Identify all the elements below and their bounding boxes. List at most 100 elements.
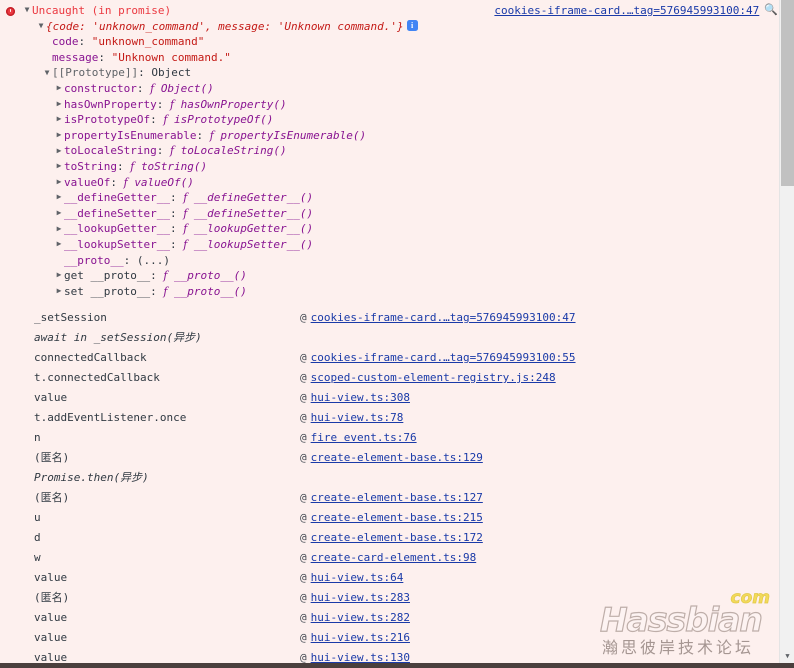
stack-frame-row[interactable]: t.connectedCallback @ scoped-custom-eleme…: [0, 368, 779, 388]
stack-frame-location: @ create-element-base.ts:127: [300, 488, 483, 508]
stack-frame-row[interactable]: (匿名) @ create-element-base.ts:129: [0, 448, 779, 468]
scroll-down-arrow-icon[interactable]: ▼: [780, 651, 794, 661]
stack-frame-row[interactable]: value @ hui-view.ts:64: [0, 568, 779, 588]
member-name: hasOwnProperty: [64, 97, 157, 111]
vertical-scrollbar-thumb[interactable]: [781, 0, 794, 186]
member-name: set __proto__: [64, 284, 151, 298]
prototype-member-row[interactable]: valueOf: f valueOf(): [0, 175, 779, 191]
prototype-member-row[interactable]: __lookupSetter__: f __lookupSetter__(): [0, 237, 779, 253]
prototype-member-row[interactable]: set __proto__: f __proto__(): [0, 284, 779, 300]
stack-frame-row[interactable]: n @ fire event.ts:76: [0, 428, 779, 448]
object-property-code[interactable]: code: "unknown_command": [0, 34, 779, 50]
stack-frame-link[interactable]: create-card-element.ts:98: [311, 551, 477, 564]
member-expand-toggle-icon[interactable]: [54, 143, 64, 159]
stack-frame-row[interactable]: value @ hui-view.ts:308: [0, 388, 779, 408]
info-icon[interactable]: i: [406, 20, 418, 32]
prototype-member-row[interactable]: toLocaleString: f toLocaleString(): [0, 143, 779, 159]
stack-frame-link[interactable]: fire event.ts:76: [311, 431, 417, 444]
member-name: get __proto__: [64, 269, 151, 283]
stack-frame-location: @ hui-view.ts:216: [300, 628, 410, 648]
error-expand-toggle-icon[interactable]: [22, 2, 32, 18]
object-expand-toggle-icon[interactable]: [36, 18, 46, 34]
stack-frame-function: Promise.then(异步): [34, 471, 149, 484]
member-expand-toggle-icon[interactable]: [54, 96, 64, 112]
member-expand-toggle-icon[interactable]: [54, 111, 64, 127]
stack-frame-location: @ create-element-base.ts:215: [300, 508, 483, 528]
member-expand-toggle-icon[interactable]: [54, 221, 64, 237]
prototype-member-row[interactable]: __defineSetter__: f __defineSetter__(): [0, 206, 779, 222]
member-value: __defineSetter__(): [193, 206, 314, 220]
stack-frame-row[interactable]: w @ create-card-element.ts:98: [0, 548, 779, 568]
prototype-member-row[interactable]: get __proto__: f __proto__(): [0, 268, 779, 284]
stack-frame-row[interactable]: (匿名) @ create-element-base.ts:127: [0, 488, 779, 508]
stack-frame-link[interactable]: hui-view.ts:216: [311, 631, 410, 644]
member-expand-toggle-icon[interactable]: [54, 205, 64, 221]
stack-frame-link[interactable]: hui-view.ts:283: [311, 591, 410, 604]
stack-frame-link[interactable]: hui-view.ts:64: [311, 571, 404, 584]
magnifier-icon[interactable]: 🔍: [764, 2, 778, 18]
stack-frame-link[interactable]: cookies-iframe-card.…tag=576945993100:55: [311, 351, 576, 364]
member-expand-toggle-icon[interactable]: [54, 189, 64, 205]
member-expand-toggle-icon[interactable]: [54, 236, 64, 252]
member-value: Object(): [160, 81, 214, 95]
prototype-member-row[interactable]: constructor: f Object(): [0, 81, 779, 97]
property-value: "Unknown command.": [111, 50, 231, 64]
stack-frame-row[interactable]: _setSession @ cookies-iframe-card.…tag=57…: [0, 308, 779, 328]
at-symbol: @: [300, 411, 307, 424]
member-value[interactable]: (...): [137, 254, 170, 267]
stack-frame-row[interactable]: d @ create-element-base.ts:172: [0, 528, 779, 548]
prototype-expand-toggle-icon[interactable]: [42, 65, 52, 81]
stack-frame-row[interactable]: Promise.then(异步): [0, 468, 779, 488]
member-value: isPrototypeOf(): [174, 113, 274, 127]
stack-frame-link[interactable]: hui-view.ts:78: [311, 411, 404, 424]
stack-frame-link[interactable]: create-element-base.ts:172: [311, 531, 483, 544]
stack-frame-link[interactable]: cookies-iframe-card.…tag=576945993100:47: [311, 311, 576, 324]
stack-frame-row[interactable]: (匿名) @ hui-view.ts:283: [0, 588, 779, 608]
stack-frame-row[interactable]: value @ hui-view.ts:282: [0, 608, 779, 628]
member-expand-toggle-icon[interactable]: [54, 127, 64, 143]
prototype-member-row[interactable]: hasOwnProperty: f hasOwnProperty(): [0, 97, 779, 113]
stack-frame-function: (匿名): [34, 591, 70, 604]
vertical-scrollbar[interactable]: ▼: [779, 0, 794, 663]
member-value: __lookupSetter__(): [193, 237, 314, 251]
prototype-member-row[interactable]: propertyIsEnumerable: f propertyIsEnumer…: [0, 128, 779, 144]
stack-frame-link[interactable]: hui-view.ts:308: [311, 391, 410, 404]
error-object-preview-row[interactable]: {code: 'unknown_command', message: 'Unkn…: [0, 19, 779, 35]
member-expand-toggle-icon[interactable]: [54, 283, 64, 299]
stack-frame-row[interactable]: t.addEventListener.once @ hui-view.ts:78: [0, 408, 779, 428]
member-name: __proto__: [64, 253, 124, 267]
stack-frame-link[interactable]: scoped-custom-element-registry.js:248: [311, 371, 556, 384]
object-property-message[interactable]: message: "Unknown command.": [0, 50, 779, 66]
prototype-member-row[interactable]: __lookupGetter__: f __lookupGetter__(): [0, 221, 779, 237]
stack-frame-link[interactable]: create-element-base.ts:127: [311, 491, 483, 504]
prototype-member-row[interactable]: __defineGetter__: f __defineGetter__(): [0, 190, 779, 206]
stack-frame-function: value: [34, 391, 68, 404]
property-name: code: [52, 35, 79, 49]
at-symbol: @: [300, 491, 307, 504]
member-expand-toggle-icon[interactable]: [54, 80, 64, 96]
stack-frame-location: @ cookies-iframe-card.…tag=576945993100:5…: [300, 348, 576, 368]
stack-frame-row[interactable]: await in _setSession(异步): [0, 328, 779, 348]
prototype-member-row[interactable]: isPrototypeOf: f isPrototypeOf(): [0, 112, 779, 128]
at-symbol: @: [300, 551, 307, 564]
stack-frame-link[interactable]: create-element-base.ts:215: [311, 511, 483, 524]
at-symbol: @: [300, 591, 307, 604]
stack-frame-function: (匿名): [34, 491, 70, 504]
stack-frame-link[interactable]: create-element-base.ts:129: [311, 451, 483, 464]
member-name: valueOf: [64, 175, 111, 189]
error-source-link[interactable]: cookies-iframe-card.…tag=576945993100:47: [494, 4, 759, 17]
stack-frame-row[interactable]: connectedCallback @ cookies-iframe-card.……: [0, 348, 779, 368]
object-property-prototype[interactable]: [[Prototype]]: Object: [0, 65, 779, 81]
error-title: Uncaught (in promise): [32, 4, 172, 17]
member-name: toLocaleString: [64, 144, 157, 158]
stack-frame-function: connectedCallback: [34, 351, 147, 364]
stack-frame-row[interactable]: u @ create-element-base.ts:215: [0, 508, 779, 528]
stack-frame-link[interactable]: hui-view.ts:282: [311, 611, 410, 624]
prototype-member-row[interactable]: toString: f toString(): [0, 159, 779, 175]
member-expand-toggle-icon[interactable]: [54, 267, 64, 283]
console-error-panel: Uncaught (in promise) {code: 'unknown_co…: [0, 0, 794, 668]
member-expand-toggle-icon[interactable]: [54, 174, 64, 190]
member-expand-toggle-icon[interactable]: [54, 158, 64, 174]
stack-frame-row[interactable]: value @ hui-view.ts:216: [0, 628, 779, 648]
prototype-member-row[interactable]: __proto__: (...): [0, 253, 779, 269]
